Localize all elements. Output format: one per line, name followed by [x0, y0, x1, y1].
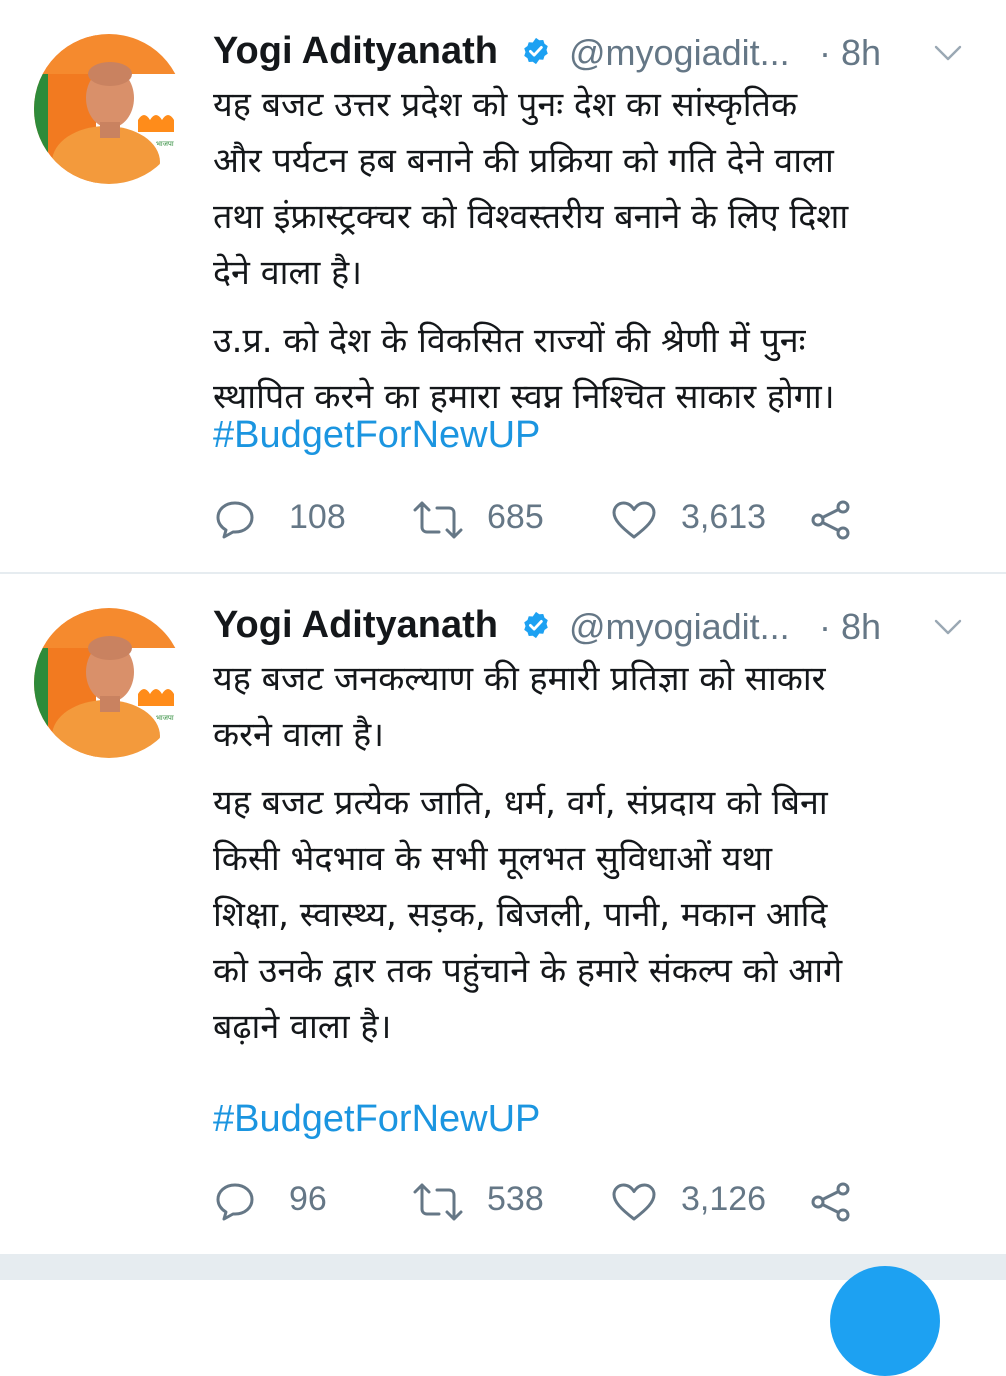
verified-badge-icon	[524, 37, 548, 65]
tweet-card[interactable]: भाजपा Yogi Adityanath @myogiadit... · 8h…	[0, 574, 1006, 1254]
hashtag-link[interactable]: #BudgetForNewUP	[213, 1098, 540, 1141]
tweet-text-line: को उनके द्वार तक पहुंचाने के हमारे संकल्…	[213, 951, 843, 991]
tweet-actions: 108 685 3,613	[215, 496, 875, 540]
share-icon	[811, 500, 850, 540]
author-handle[interactable]: @myogiadit...	[569, 606, 790, 648]
avatar-image: भाजपा	[34, 34, 184, 184]
tweet-timestamp[interactable]: · 8h	[819, 606, 881, 648]
reply-icon	[216, 501, 254, 539]
compose-tweet-button[interactable]	[830, 1266, 940, 1376]
retweet-count: 538	[487, 1180, 544, 1218]
tweet-text: यह बजट उत्तर प्रदेश को पुनः देश का सांस्…	[213, 77, 983, 425]
tweet-text-line: तथा इंफ्रास्ट्रक्चर को विश्वस्तरीय बनाने…	[213, 197, 849, 237]
tweet-text-line: किसी भेदभाव के सभी मूलभत सुविधाओं यथा	[213, 839, 773, 879]
like-count: 3,613	[681, 498, 767, 536]
like-count: 3,126	[681, 1180, 767, 1218]
tweet-text: यह बजट जनकल्याण की हमारी प्रतिज्ञा को सा…	[213, 651, 983, 1055]
avatar-image: भाजपा	[34, 608, 184, 758]
tweet-text-line: शिक्षा, स्वास्थ्य, सड़क, बिजली, पानी, मक…	[213, 895, 828, 935]
share-icon	[811, 1182, 850, 1222]
tweet-header: Yogi Adityanath @myogiadit... · 8h	[213, 604, 976, 648]
tweet-text-line: उ.प्र. को देश के विकसित राज्यों की श्रेण…	[213, 321, 806, 361]
svg-text:भाजपा: भाजपा	[156, 714, 174, 722]
reply-icon	[216, 1183, 254, 1221]
author-name[interactable]: Yogi Adityanath	[213, 30, 498, 73]
tweet-timestamp[interactable]: · 8h	[819, 32, 881, 74]
svg-text:भाजपा: भाजपा	[156, 140, 174, 148]
tweet-text-line: और पर्यटन हब बनाने की प्रक्रिया को गति द…	[213, 141, 834, 181]
verified-badge-icon	[524, 611, 548, 639]
heart-icon	[612, 501, 656, 539]
tweet-text-line: देने वाला है।	[213, 253, 363, 293]
tweet-text-line: यह बजट उत्तर प्रदेश को पुनः देश का सांस्…	[213, 85, 798, 125]
reply-count: 108	[289, 498, 346, 536]
author-name[interactable]: Yogi Adityanath	[213, 604, 498, 647]
hashtag-link[interactable]: #BudgetForNewUP	[213, 414, 540, 457]
retweet-icon	[413, 1183, 463, 1221]
heart-icon	[612, 1183, 656, 1221]
tweet-text-line: यह बजट प्रत्येक जाति, धर्म, वर्ग, संप्रद…	[213, 783, 828, 823]
author-handle[interactable]: @myogiadit...	[569, 32, 790, 74]
chevron-down-icon[interactable]	[933, 616, 963, 638]
tweet-text-line: करने वाला है।	[213, 715, 385, 755]
author-avatar[interactable]: भाजपा	[34, 608, 184, 758]
reply-count: 96	[289, 1180, 327, 1218]
retweet-count: 685	[487, 498, 544, 536]
tweet-text-line: बढ़ाने वाला है।	[213, 1007, 392, 1047]
tweet-card[interactable]: भाजपा Yogi Adityanath @myogiadit... · 8h…	[0, 0, 1006, 572]
author-avatar[interactable]: भाजपा	[34, 34, 184, 184]
tweet-actions: 96 538 3,126	[215, 1178, 875, 1222]
retweet-icon	[413, 501, 463, 539]
chevron-down-icon[interactable]	[933, 42, 963, 64]
tweet-header: Yogi Adityanath @myogiadit... · 8h	[213, 30, 976, 74]
tweet-text-line: यह बजट जनकल्याण की हमारी प्रतिज्ञा को सा…	[213, 659, 826, 699]
